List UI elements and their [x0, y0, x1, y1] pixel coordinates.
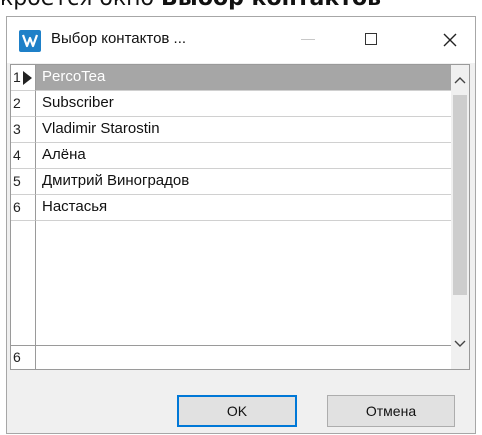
page-caption: кроется окно Выбор контактов	[0, 0, 482, 12]
minimize-button[interactable]	[285, 17, 331, 63]
table-row[interactable]: 1 PercoTea	[11, 65, 451, 91]
table-row[interactable]: 5 Дмитрий Виноградов	[11, 169, 451, 195]
contact-name: Настасья	[42, 198, 108, 215]
row-index-cell[interactable]: 6	[11, 195, 36, 221]
contact-name: PercoTea	[42, 68, 106, 85]
row-index: 3	[13, 121, 21, 137]
window-title: Выбор контактов ...	[51, 30, 187, 47]
row-index: 6	[13, 199, 21, 215]
row-index-cell[interactable]: 4	[11, 143, 36, 169]
contact-name-cell[interactable]: Дмитрий Виноградов	[36, 169, 451, 195]
contact-name-cell[interactable]: PercoTea	[36, 65, 451, 91]
table-row[interactable]: 2 Subscriber	[11, 91, 451, 117]
row-index-cell[interactable]: 5	[11, 169, 36, 195]
contact-name: Алёна	[42, 146, 86, 163]
contact-name: Subscriber	[42, 94, 114, 111]
row-index-cell[interactable]: 3	[11, 117, 36, 143]
row-index-cell[interactable]: 1	[11, 65, 36, 91]
contacts-dialog: Выбор контактов ... 1 PercoTea 2 Subscri…	[6, 16, 476, 434]
ok-button[interactable]: OK	[177, 395, 297, 427]
empty-index-column	[11, 221, 36, 345]
footer-index-cell: 6	[11, 346, 36, 369]
caption-bold: Выбор контактов	[161, 0, 381, 11]
contact-name: Vladimir Starostin	[42, 120, 160, 137]
row-index: 4	[13, 147, 21, 163]
scroll-up-button[interactable]	[451, 71, 469, 91]
chevron-up-icon	[454, 77, 466, 84]
contact-name-cell[interactable]: Настасья	[36, 195, 451, 221]
contact-name-cell[interactable]: Алёна	[36, 143, 451, 169]
table-row[interactable]: 3 Vladimir Starostin	[11, 117, 451, 143]
row-index: 2	[13, 95, 21, 111]
contact-name-cell[interactable]: Vladimir Starostin	[36, 117, 451, 143]
close-icon	[443, 33, 457, 47]
table-row[interactable]: 6 Настасья	[11, 195, 451, 221]
row-index: 5	[13, 173, 21, 189]
row-pointer-icon	[23, 71, 32, 85]
scrollbar-thumb[interactable]	[453, 95, 467, 295]
close-button[interactable]	[427, 17, 473, 63]
maximize-button[interactable]	[349, 17, 395, 63]
table-row[interactable]: 4 Алёна	[11, 143, 451, 169]
chevron-down-icon	[454, 340, 466, 347]
title-bar[interactable]: Выбор контактов ...	[7, 17, 475, 63]
app-logo-icon	[19, 30, 41, 52]
contacts-grid[interactable]: 1 PercoTea 2 Subscriber 3 Vladimir Staro…	[10, 64, 470, 370]
contact-name: Дмитрий Виноградов	[42, 172, 190, 189]
contact-name-cell[interactable]: Subscriber	[36, 91, 451, 117]
row-count: 6	[13, 349, 21, 365]
grid-footer: 6	[11, 345, 469, 369]
scroll-down-button[interactable]	[451, 335, 469, 355]
row-index-cell[interactable]: 2	[11, 91, 36, 117]
cancel-button[interactable]: Отмена	[327, 395, 455, 427]
caption-prefix: кроется окно	[0, 0, 154, 11]
row-index: 1	[13, 69, 21, 85]
vertical-scrollbar[interactable]	[451, 65, 469, 369]
